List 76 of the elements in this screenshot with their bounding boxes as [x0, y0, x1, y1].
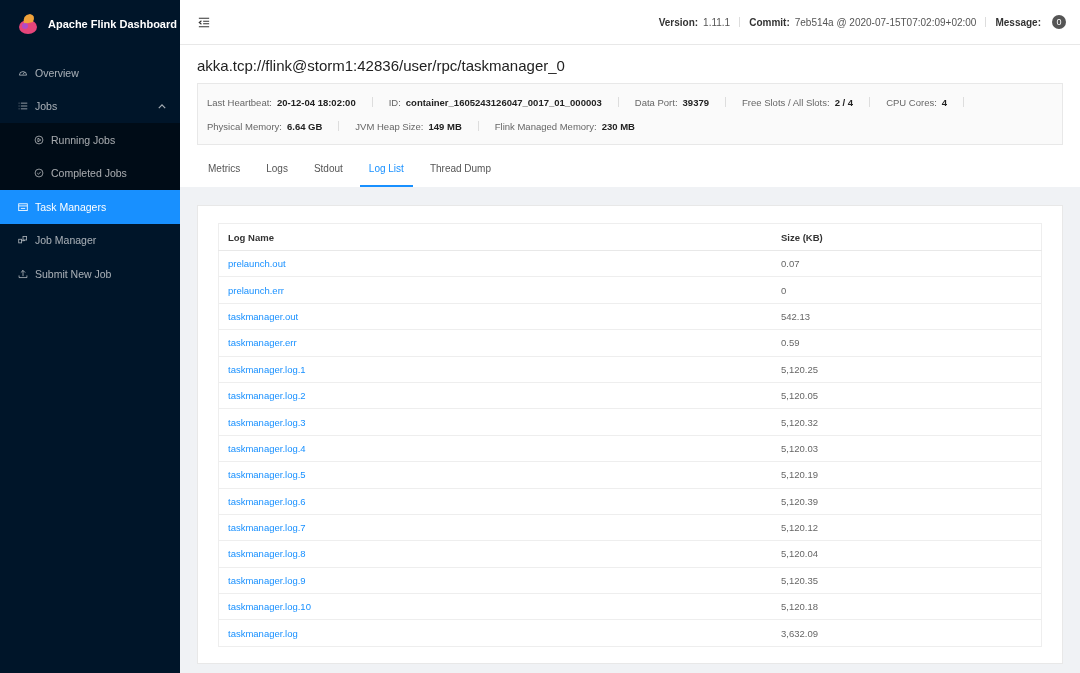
info-value: 230 MB [601, 120, 635, 132]
table-cell: 5,120.25 [772, 356, 1042, 383]
info-value: 149 MB [428, 120, 462, 132]
list-icon [18, 101, 28, 112]
column-header: Log Name [218, 223, 772, 251]
header-label: Version: [658, 16, 699, 28]
table-cell: 5,120.18 [772, 593, 1042, 620]
log-file-link[interactable]: taskmanager.log [228, 627, 298, 639]
log-file-link[interactable]: taskmanager.log.3 [228, 416, 306, 428]
log-file-link[interactable]: taskmanager.log.2 [228, 390, 306, 402]
table-cell: 542.13 [772, 303, 1042, 330]
check-circle-icon [34, 168, 44, 179]
table-cell: 5,120.39 [772, 488, 1042, 515]
sidebar-item[interactable]: Task Managers [0, 190, 180, 224]
tab[interactable]: Log List [359, 154, 413, 187]
log-file-link[interactable]: taskmanager.log.7 [228, 522, 306, 534]
log-file-link[interactable]: taskmanager.out [228, 310, 299, 322]
table-cell: 5,120.12 [772, 514, 1042, 541]
sidebar-item[interactable]: Job Manager [0, 223, 180, 257]
table-cell: 5,120.03 [772, 435, 1042, 462]
sidebar-subitem[interactable]: Completed Jobs [0, 156, 180, 190]
tab[interactable]: Thread Dump [420, 154, 500, 187]
info-label: Data Port: [634, 96, 678, 108]
sidebar-subitem[interactable]: Running Jobs [0, 123, 180, 157]
table-cell: 3,632.09 [772, 619, 1042, 647]
info-label: CPU Cores: [886, 96, 937, 108]
table-cell: 5,120.19 [772, 461, 1042, 488]
caret-icon [158, 103, 166, 109]
info-value: container_1605243126047_0017_01_000003 [405, 96, 602, 108]
table-cell: 0 [772, 276, 1042, 304]
calendar-icon [18, 201, 28, 212]
tab[interactable]: Metrics [199, 154, 250, 187]
cluster-icon [18, 235, 28, 246]
upload-icon [18, 268, 28, 279]
log-file-link[interactable]: taskmanager.log.6 [228, 495, 306, 507]
column-header: Size (KB) [772, 223, 1042, 251]
info-value: 20-12-04 18:02:00 [276, 96, 356, 108]
header-value: 7eb514a @ 2020-07-15T07:02:09+02:00 [794, 16, 977, 28]
sidebar-item[interactable]: Jobs [0, 89, 180, 123]
table-cell: 0.07 [772, 250, 1042, 277]
info-label: Physical Memory: [207, 120, 282, 132]
header-value: 1.11.1 [703, 16, 731, 28]
log-file-link[interactable]: taskmanager.log.5 [228, 469, 306, 481]
log-file-link[interactable]: taskmanager.log.4 [228, 442, 306, 454]
tab[interactable]: Logs [257, 154, 297, 187]
header-label: Commit: [749, 16, 790, 28]
info-label: Last Heartbeat: [207, 96, 272, 108]
log-file-link[interactable]: prelaunch.err [228, 284, 284, 296]
log-file-link[interactable]: taskmanager.log.9 [228, 574, 306, 586]
info-value: 4 [941, 96, 948, 108]
sidebar-item[interactable]: Submit New Job [0, 257, 180, 291]
info-label: ID: [388, 96, 401, 108]
info-label: Flink Managed Memory: [494, 120, 597, 132]
table-cell: 5,120.32 [772, 408, 1042, 436]
table-cell: 0.59 [772, 329, 1042, 357]
info-label: Free Slots / All Slots: [742, 96, 830, 108]
table-cell: 5,120.35 [772, 567, 1042, 594]
app-title: Apache Flink Dashboard [48, 18, 177, 30]
table-cell: 5,120.04 [772, 540, 1042, 568]
info-value: 6.64 GB [286, 120, 323, 132]
info-value: 39379 [682, 96, 709, 108]
table-cell: 5,120.05 [772, 382, 1042, 409]
log-file-link[interactable]: taskmanager.err [228, 337, 297, 349]
page-title: akka.tcp://flink@storm1:42836/user/rpc/taskmanager_0 [197, 57, 566, 74]
log-file-link[interactable]: taskmanager.log.1 [228, 363, 306, 375]
menu-fold-icon[interactable] [198, 16, 210, 28]
log-file-link[interactable]: taskmanager.log.10 [228, 601, 311, 613]
sidebar-item[interactable]: Overview [0, 56, 180, 90]
tab[interactable]: Stdout [304, 154, 352, 187]
play-circle-icon [34, 134, 44, 145]
header-label: Message: [995, 16, 1041, 28]
info-value: 2 / 4 [834, 96, 854, 108]
info-label: JVM Heap Size: [355, 120, 424, 132]
log-file-link[interactable]: prelaunch.out [228, 258, 286, 270]
message-count-badge: 0 [1052, 15, 1066, 29]
log-file-link[interactable]: taskmanager.log.8 [228, 548, 306, 560]
